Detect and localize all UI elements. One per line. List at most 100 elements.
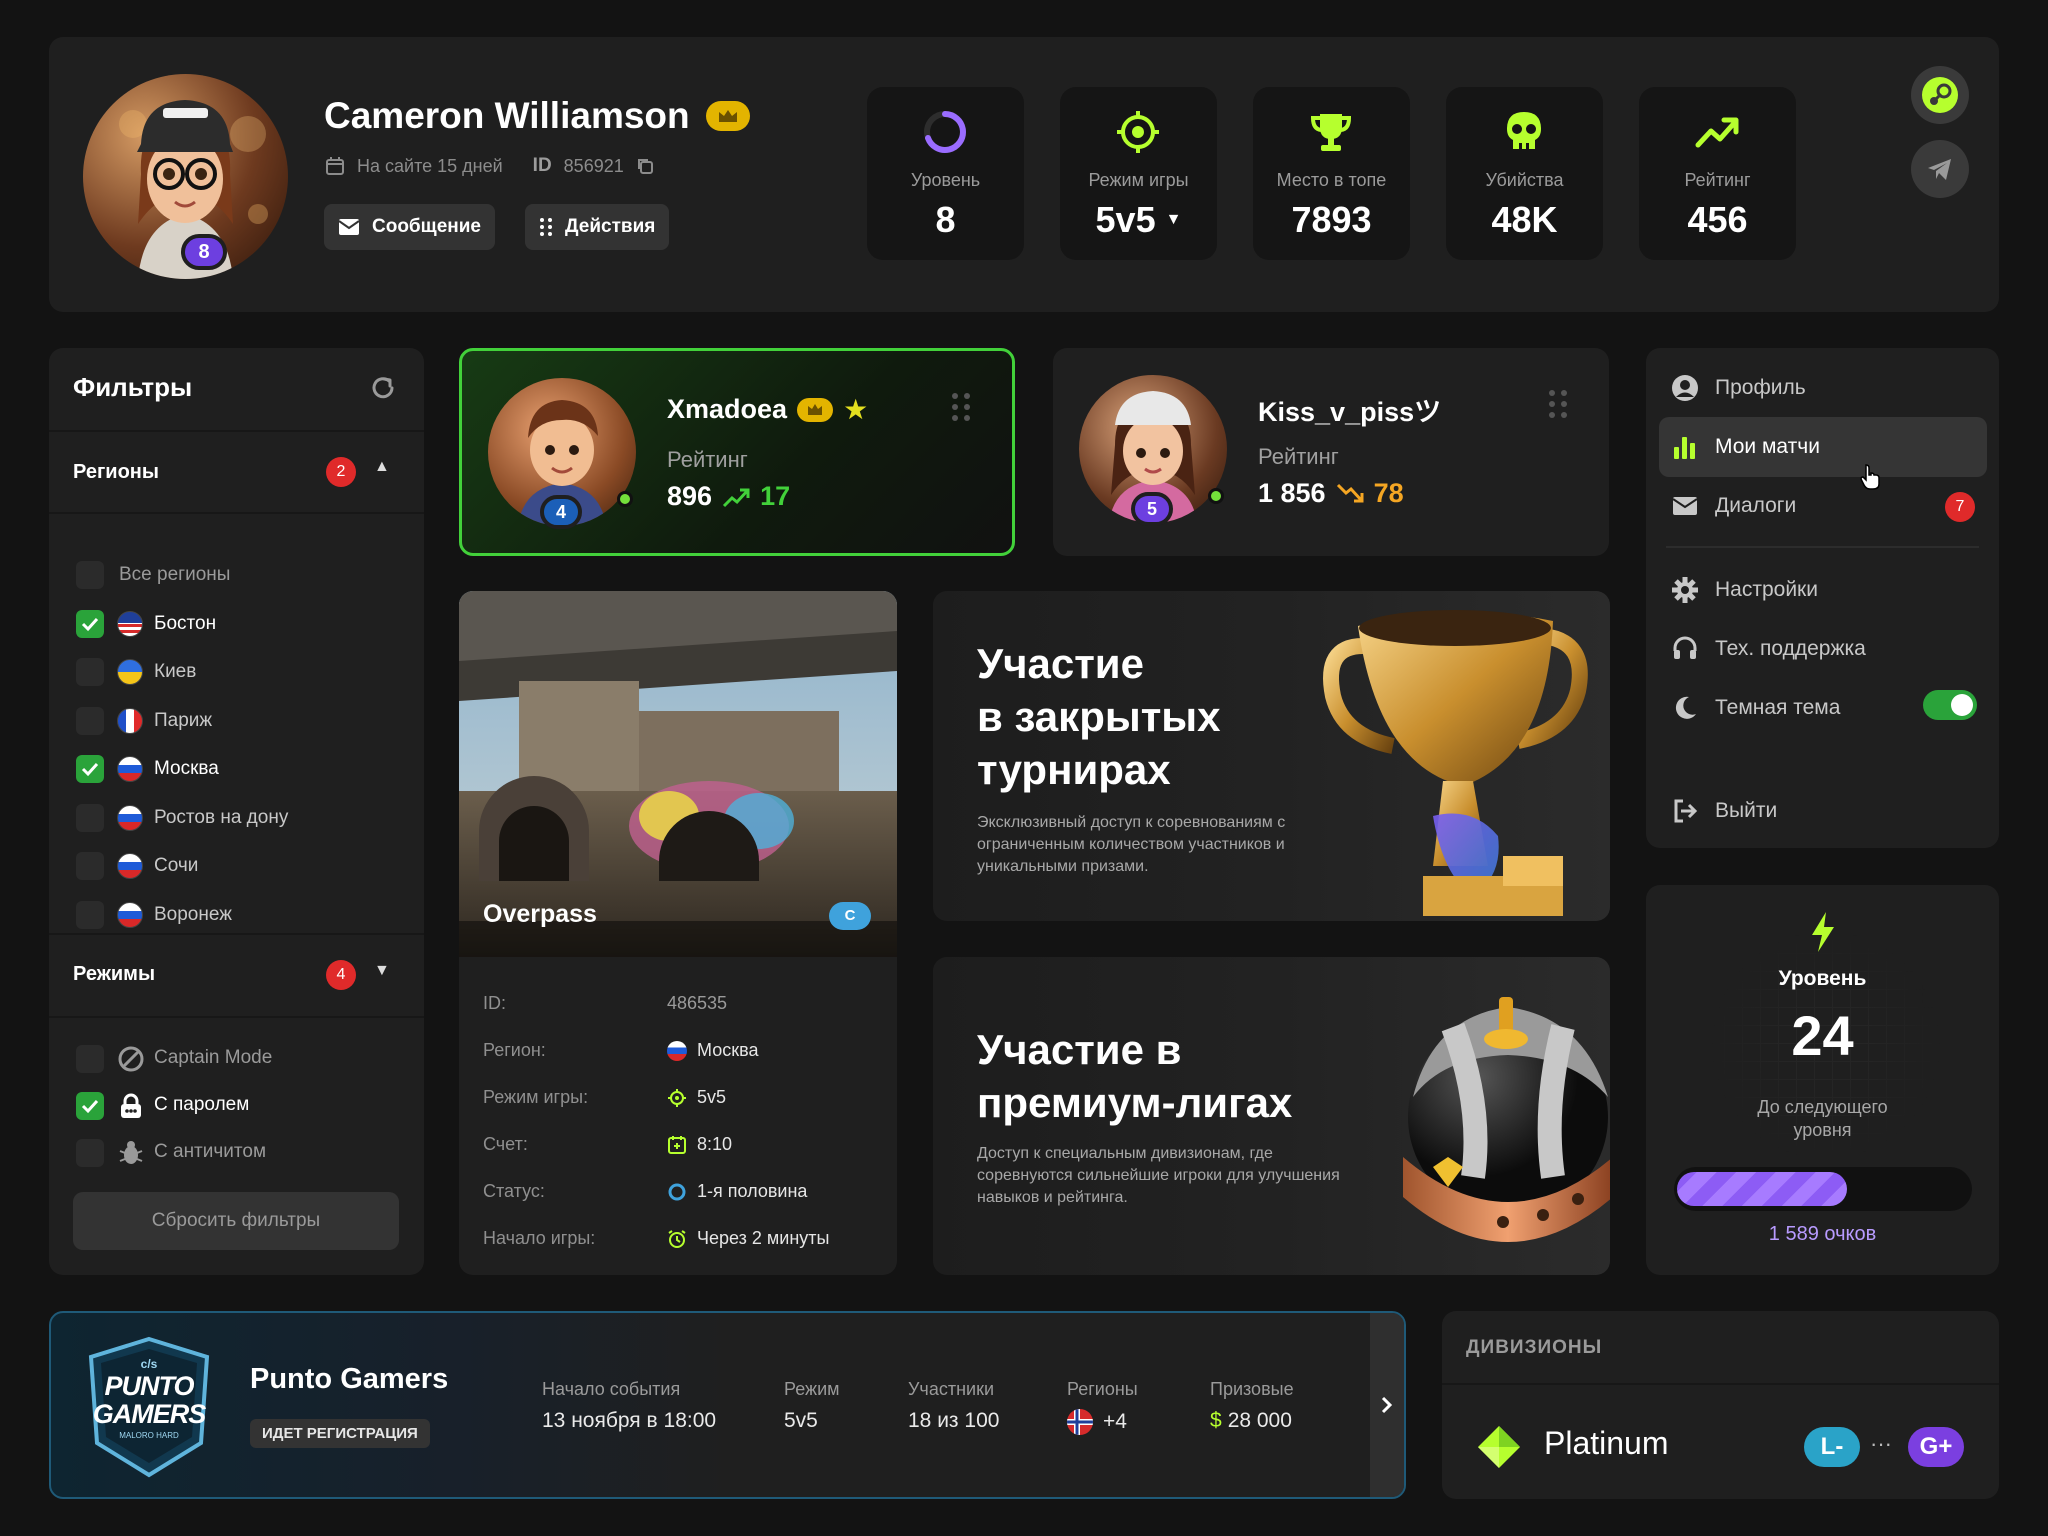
event-regions-label: Регионы xyxy=(1067,1379,1138,1399)
dots-grid-icon xyxy=(539,217,553,237)
level-points: 1 589 очков xyxy=(1768,1223,1877,1245)
player-card-kiss[interactable]: 5 Kiss_v_pissツ Рейтинг 1 856 78 xyxy=(1053,348,1609,556)
level-progress-fill xyxy=(1677,1172,1847,1206)
menu-label: Диалоги xyxy=(1715,494,1797,517)
id-value: 856921 xyxy=(563,155,624,176)
event-card[interactable]: c/s PUNTO GAMERS MALORO HARD Punto Gamer… xyxy=(49,1311,1406,1499)
currency-symbol: $ xyxy=(1210,1409,1222,1432)
mail-icon xyxy=(338,218,360,236)
level-label: Уровень xyxy=(1778,967,1867,990)
menu-label: Мои матчи xyxy=(1715,435,1820,458)
region-checkbox[interactable] xyxy=(76,706,104,735)
region-checkbox[interactable] xyxy=(76,609,104,638)
modes-title[interactable]: Режимы xyxy=(73,963,155,986)
menu-item-dark-theme: Темная тема xyxy=(1671,694,1840,722)
region-checkbox[interactable] xyxy=(76,852,104,880)
logo-text: PUNTO xyxy=(104,1371,194,1401)
division-range-dots: ··· xyxy=(1870,1431,1892,1456)
player-level-badge: 4 xyxy=(540,495,582,529)
region-checkbox[interactable] xyxy=(76,658,104,686)
region-checkbox[interactable] xyxy=(76,900,104,929)
reset-filters-button[interactable]: Сбросить фильтры xyxy=(73,1192,399,1250)
dark-theme-toggle[interactable] xyxy=(1923,690,1977,720)
division-name: Platinum xyxy=(1544,1425,1669,1461)
chevron-up-icon[interactable]: ▲ xyxy=(374,458,390,476)
division-chip-to[interactable]: G+ xyxy=(1908,1427,1964,1467)
menu-item-my-matches[interactable]: Мои матчи xyxy=(1671,433,1820,461)
mode-anticheat-label[interactable]: С античитом xyxy=(154,1141,266,1163)
event-participants-value: 18 из 100 xyxy=(908,1409,999,1433)
stat-rating: Рейтинг 456 xyxy=(1639,87,1796,260)
copy-icon[interactable] xyxy=(636,157,654,175)
region-label[interactable]: Сочи xyxy=(154,855,198,877)
next-level-label: До следующего уровня xyxy=(1757,1097,1888,1140)
crown-badge-icon xyxy=(705,101,750,131)
refresh-icon[interactable] xyxy=(369,374,397,402)
promo-title-line: Участие xyxy=(977,640,1144,687)
registration-status-badge: ИДЕТ РЕГИСТРАЦИЯ xyxy=(250,1419,430,1448)
event-next-button[interactable] xyxy=(1370,1313,1404,1497)
region-label[interactable]: Воронеж xyxy=(154,904,232,926)
flag-ru-icon xyxy=(667,1040,687,1061)
player-card-xmadoea[interactable]: 4 Xmadoea ★ Рейтинг 896 17 xyxy=(459,348,1015,556)
region-label[interactable]: Все регионы xyxy=(119,564,230,586)
id-label: ID xyxy=(532,155,552,176)
region-label[interactable]: Москва xyxy=(154,758,219,780)
profile-name: Cameron Williamson xyxy=(324,95,690,136)
event-participants-label: Участники xyxy=(908,1379,994,1399)
moon-icon xyxy=(1671,694,1699,722)
match-id-value: 486535 xyxy=(667,993,727,1014)
bug-icon xyxy=(117,1139,145,1167)
mode-password-label[interactable]: С паролем xyxy=(154,1094,249,1116)
menu-item-settings[interactable]: Настройки xyxy=(1671,576,1818,604)
menu-label: Тех. поддержка xyxy=(1715,637,1866,660)
chevron-down-icon[interactable]: ▼ xyxy=(374,962,390,980)
mode-password-checkbox[interactable] xyxy=(76,1092,104,1120)
actions-button[interactable]: Действия xyxy=(525,204,670,250)
region-label[interactable]: Париж xyxy=(154,710,212,732)
promo-title-line: Участие в xyxy=(977,1026,1182,1073)
menu-label: Темная тема xyxy=(1715,696,1841,719)
region-checkbox[interactable] xyxy=(76,561,104,589)
player-name-row: Xmadoea ★ xyxy=(667,393,868,426)
bar-chart-icon xyxy=(1671,433,1699,461)
level-ring-icon xyxy=(922,109,968,155)
region-checkbox[interactable] xyxy=(76,755,104,783)
promo-title-line: в закрытых xyxy=(977,693,1221,740)
lock-icon xyxy=(117,1092,145,1120)
star-icon: ★ xyxy=(843,394,869,425)
match-status-label: Статус: xyxy=(483,1181,545,1201)
player-rating-row: 896 17 xyxy=(667,481,790,512)
steam-icon[interactable] xyxy=(1911,66,1969,124)
telegram-icon[interactable] xyxy=(1911,140,1969,198)
match-card[interactable]: Overpass C ID: 486535 Регион: Москва Реж… xyxy=(459,591,897,1275)
drag-handle-icon[interactable] xyxy=(950,391,972,423)
regions-title[interactable]: Регионы xyxy=(73,461,159,484)
menu-item-logout[interactable]: Выйти xyxy=(1671,797,1777,825)
chevron-right-icon xyxy=(1380,1395,1394,1415)
stat-top-value: 7893 xyxy=(1291,199,1372,240)
promo-title-line: премиум-лигах xyxy=(977,1079,1293,1126)
division-chip-from[interactable]: L- xyxy=(1804,1427,1860,1467)
region-label[interactable]: Ростов на дону xyxy=(154,807,288,829)
profile-meta: На сайте 15 дней ID 856921 xyxy=(325,155,654,177)
promo-premium-leagues[interactable]: Участие в премиум-лигах Доступ к специал… xyxy=(933,957,1610,1275)
diamond-icon xyxy=(1476,1424,1522,1470)
stat-game-mode[interactable]: Режим игры 5v5 ▼ xyxy=(1060,87,1217,260)
message-button[interactable]: Сообщение xyxy=(324,204,495,250)
menu-label: Профиль xyxy=(1715,376,1806,399)
mode-anticheat-checkbox[interactable] xyxy=(76,1139,104,1167)
region-label[interactable]: Бостон xyxy=(154,613,216,635)
menu-item-dialogs[interactable]: Диалоги xyxy=(1671,492,1796,520)
crosshair-icon xyxy=(667,1088,687,1108)
punto-gamers-logo: c/s PUNTO GAMERS MALORO HARD xyxy=(85,1335,213,1479)
mode-captain-checkbox[interactable] xyxy=(76,1045,104,1073)
menu-item-profile[interactable]: Профиль xyxy=(1671,374,1806,402)
mode-captain-label[interactable]: Captain Mode xyxy=(154,1047,272,1069)
promo-title: Участие в закрытых турнирах xyxy=(977,637,1221,796)
drag-handle-icon[interactable] xyxy=(1547,388,1569,420)
promo-closed-tournaments[interactable]: Участие в закрытых турнирах Эксклюзивный… xyxy=(933,591,1610,921)
region-checkbox[interactable] xyxy=(76,803,104,832)
menu-item-support[interactable]: Тех. поддержка xyxy=(1671,635,1866,663)
region-label[interactable]: Киев xyxy=(154,661,196,683)
